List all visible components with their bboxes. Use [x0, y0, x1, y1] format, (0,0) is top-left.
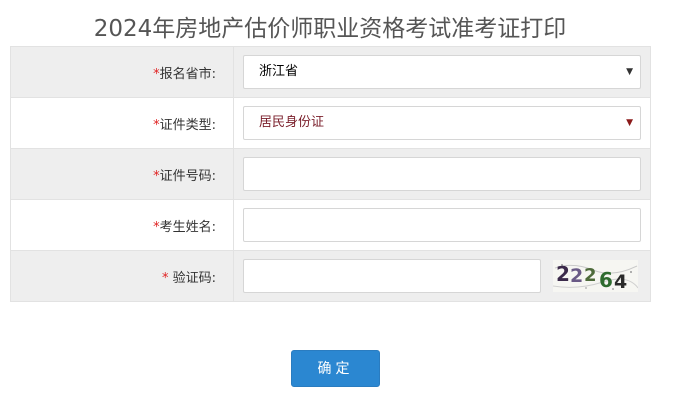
- name-label-text: 考生姓名:: [159, 219, 216, 235]
- id-type-field-cell: 居民身份证 ▼: [233, 97, 651, 149]
- id-number-label: *证件号码:: [10, 148, 234, 200]
- captcha-wrap: 2 2 2 6 4: [243, 259, 650, 293]
- captcha-label: * 验证码:: [10, 250, 234, 302]
- form-row-province: *报名省市: 浙江省 ▼: [10, 46, 651, 98]
- page: 2024年房地产估价师职业资格考试准考证打印 *报名省市: 浙江省 ▼ *证件类…: [0, 0, 692, 399]
- id-type-label: *证件类型:: [10, 97, 234, 149]
- province-select-value: 浙江省: [259, 64, 299, 79]
- form-row-captcha: * 验证码: 2 2 2 6 4: [10, 250, 651, 302]
- captcha-char: 2: [570, 265, 583, 287]
- id-type-label-text: 证件类型:: [159, 117, 216, 133]
- triangle-down-icon: ▼: [626, 67, 633, 77]
- candidate-name-input[interactable]: [243, 208, 641, 242]
- captcha-label-text: 验证码:: [168, 270, 216, 286]
- id-type-select[interactable]: 居民身份证 ▼: [243, 106, 641, 140]
- name-field-cell: [233, 199, 651, 251]
- province-label-text: 报名省市:: [159, 66, 216, 82]
- captcha-field-cell: 2 2 2 6 4: [233, 250, 651, 302]
- form-row-name: *考生姓名:: [10, 199, 651, 251]
- captcha-input[interactable]: [243, 259, 541, 293]
- form-row-id-number: *证件号码:: [10, 148, 651, 200]
- id-number-input[interactable]: [243, 157, 641, 191]
- ticket-form: *报名省市: 浙江省 ▼ *证件类型: 居民身份证 ▼ *证件号码: *考生姓名…: [10, 46, 651, 302]
- triangle-down-icon: ▼: [626, 118, 633, 128]
- captcha-graphic: 2 2 2 6 4: [553, 260, 638, 292]
- page-title: 2024年房地产估价师职业资格考试准考证打印: [93, 16, 567, 42]
- province-field-cell: 浙江省 ▼: [233, 46, 651, 98]
- id-number-field-cell: [233, 148, 651, 200]
- id-type-select-value: 居民身份证: [259, 115, 325, 130]
- id-number-label-text: 证件号码:: [159, 168, 216, 184]
- province-select[interactable]: 浙江省 ▼: [243, 55, 641, 89]
- captcha-char: 6: [599, 268, 613, 292]
- captcha-image[interactable]: 2 2 2 6 4: [553, 260, 638, 292]
- captcha-char: 4: [614, 271, 627, 292]
- form-row-id-type: *证件类型: 居民身份证 ▼: [10, 97, 651, 149]
- captcha-char: 2: [556, 262, 570, 286]
- province-label: *报名省市:: [10, 46, 234, 98]
- name-label: *考生姓名:: [10, 199, 234, 251]
- confirm-button[interactable]: 确定: [291, 350, 380, 387]
- captcha-char: 2: [584, 265, 597, 286]
